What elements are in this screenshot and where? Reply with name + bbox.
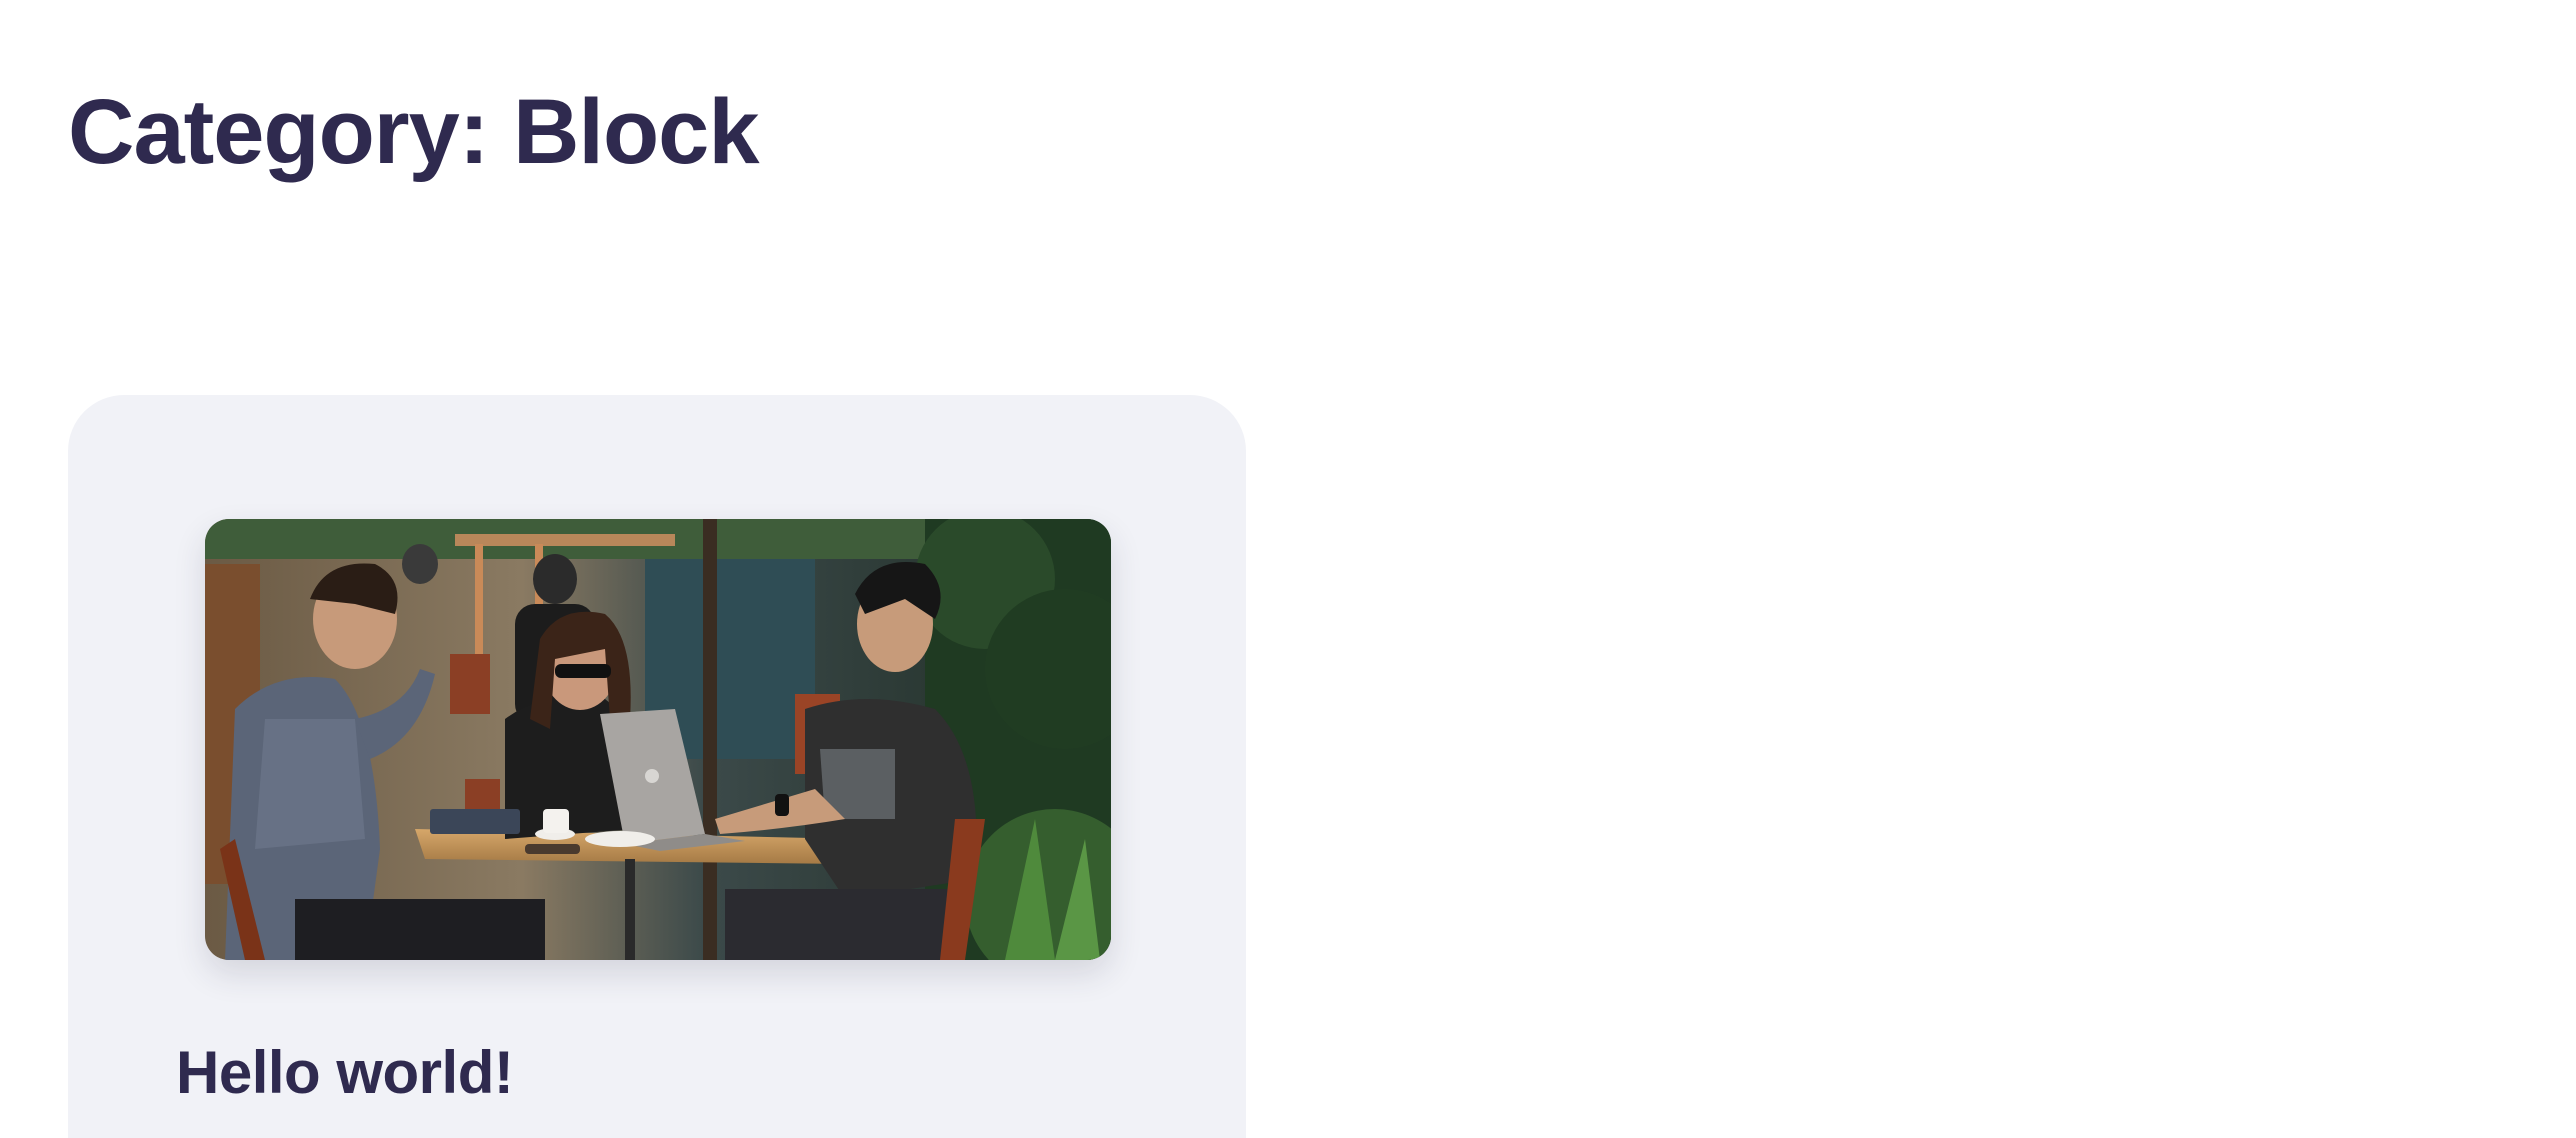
post-title-link[interactable]: Hello world!: [176, 1043, 514, 1103]
post-featured-image[interactable]: [205, 519, 1111, 960]
featured-photo-illustration: [205, 519, 1111, 960]
post-card: Hello world!: [68, 395, 1246, 1138]
page-title: Category: Block: [68, 81, 759, 183]
